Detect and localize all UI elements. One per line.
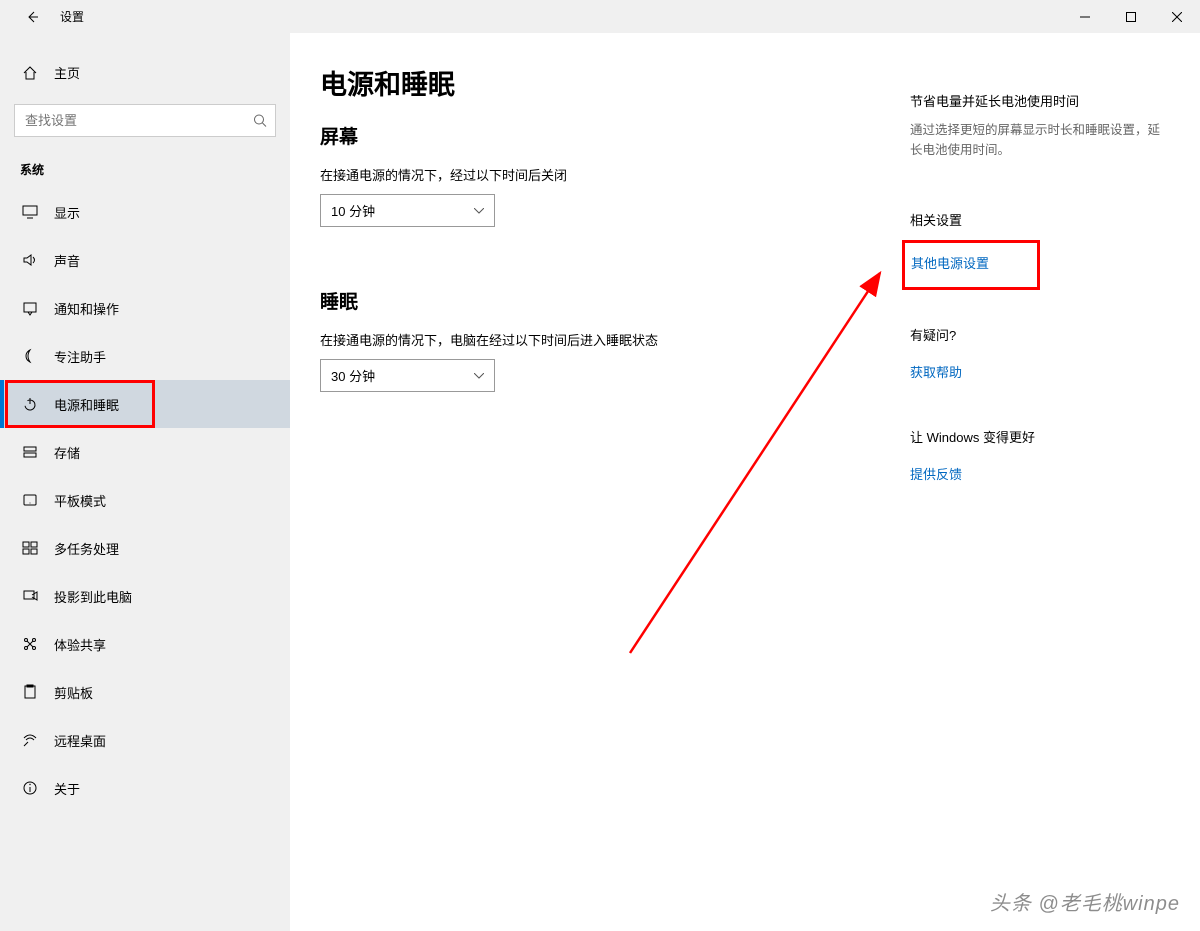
home-label: 主页 <box>54 63 80 82</box>
arrow-left-icon <box>25 10 39 24</box>
maximize-button[interactable] <box>1108 0 1154 33</box>
chevron-down-icon <box>474 373 484 379</box>
sidebar-item-label: 投影到此电脑 <box>54 587 132 606</box>
multitask-icon <box>20 540 40 556</box>
question-title: 有疑问? <box>910 325 1170 344</box>
window-title: 设置 <box>60 8 84 25</box>
close-icon <box>1172 12 1182 22</box>
sidebar-item-label: 存储 <box>54 443 80 462</box>
sidebar-item-share[interactable]: 体验共享 <box>0 620 290 668</box>
storage-icon <box>20 444 40 460</box>
sleep-desc: 在接通电源的情况下，电脑在经过以下时间后进入睡眠状态 <box>320 330 860 349</box>
back-button[interactable] <box>18 3 46 31</box>
title-bar: 设置 <box>0 0 1200 33</box>
screen-timeout-dropdown[interactable]: 10 分钟 <box>320 194 495 227</box>
close-button[interactable] <box>1154 0 1200 33</box>
chevron-down-icon <box>474 208 484 214</box>
search-input[interactable] <box>14 104 276 137</box>
sidebar-item-storage[interactable]: 存储 <box>0 428 290 476</box>
minimize-button[interactable] <box>1062 0 1108 33</box>
power-icon <box>20 396 40 412</box>
page-title: 电源和睡眠 <box>320 63 860 102</box>
notification-icon <box>20 300 40 316</box>
screen-desc: 在接通电源的情况下，经过以下时间后关闭 <box>320 165 860 184</box>
sidebar-item-label: 多任务处理 <box>54 539 119 558</box>
sidebar-item-label: 平板模式 <box>54 491 106 510</box>
clipboard-icon <box>20 684 40 700</box>
focus-icon <box>20 348 40 364</box>
screen-section-title: 屏幕 <box>320 122 860 149</box>
maximize-icon <box>1126 12 1136 22</box>
sidebar-item-multitask[interactable]: 多任务处理 <box>0 524 290 572</box>
sidebar-item-label: 剪贴板 <box>54 683 93 702</box>
sidebar-item-focus[interactable]: 专注助手 <box>0 332 290 380</box>
sidebar-item-tablet[interactable]: 平板模式 <box>0 476 290 524</box>
screen-timeout-value: 10 分钟 <box>331 201 375 220</box>
sidebar-item-about[interactable]: 关于 <box>0 764 290 812</box>
feedback-link[interactable]: 提供反馈 <box>910 464 962 483</box>
windows-better-title: 让 Windows 变得更好 <box>910 427 1170 446</box>
sound-icon <box>20 252 40 268</box>
sidebar-item-label: 远程桌面 <box>54 731 106 750</box>
save-battery-title: 节省电量并延长电池使用时间 <box>910 91 1170 110</box>
watermark: 头条 @老毛桃winpe <box>990 887 1180 916</box>
right-panel: 节省电量并延长电池使用时间 通过选择更短的屏幕显示时长和睡眠设置，延长电池使用时… <box>910 63 1170 931</box>
save-battery-desc: 通过选择更短的屏幕显示时长和睡眠设置，延长电池使用时间。 <box>910 120 1170 160</box>
sleep-timeout-dropdown[interactable]: 30 分钟 <box>320 359 495 392</box>
related-settings-title: 相关设置 <box>910 210 1170 229</box>
sidebar-item-label: 电源和睡眠 <box>54 395 119 414</box>
tablet-icon <box>20 492 40 508</box>
other-power-settings-link[interactable]: 其他电源设置 <box>911 253 989 272</box>
sidebar-item-clipboard[interactable]: 剪贴板 <box>0 668 290 716</box>
project-icon <box>20 588 40 604</box>
minimize-icon <box>1080 12 1090 22</box>
main-content: 电源和睡眠 屏幕 在接通电源的情况下，经过以下时间后关闭 10 分钟 睡眠 在接… <box>290 33 1200 931</box>
home-icon <box>20 65 40 81</box>
sidebar-item-label: 通知和操作 <box>54 299 119 318</box>
sleep-timeout-value: 30 分钟 <box>331 366 375 385</box>
search-icon <box>253 113 268 128</box>
sidebar-item-label: 关于 <box>54 779 80 798</box>
sidebar-item-display[interactable]: 显示 <box>0 188 290 236</box>
sleep-section-title: 睡眠 <box>320 287 860 314</box>
display-icon <box>20 204 40 220</box>
share-icon <box>20 636 40 652</box>
about-icon <box>20 780 40 796</box>
sidebar-item-label: 显示 <box>54 203 80 222</box>
sidebar-item-notification[interactable]: 通知和操作 <box>0 284 290 332</box>
sidebar-item-project[interactable]: 投影到此电脑 <box>0 572 290 620</box>
search-box[interactable] <box>14 104 276 137</box>
sidebar-item-label: 体验共享 <box>54 635 106 654</box>
sidebar: 主页 系统 显示声音通知和操作专注助手电源和睡眠存储平板模式多任务处理投影到此电… <box>0 33 290 931</box>
get-help-link[interactable]: 获取帮助 <box>910 362 962 381</box>
sidebar-item-power[interactable]: 电源和睡眠 <box>0 380 290 428</box>
sidebar-item-label: 声音 <box>54 251 80 270</box>
highlight-annotation: 其他电源设置 <box>902 240 1040 290</box>
sidebar-item-label: 专注助手 <box>54 347 106 366</box>
sidebar-item-sound[interactable]: 声音 <box>0 236 290 284</box>
remote-icon <box>20 732 40 748</box>
sidebar-item-remote[interactable]: 远程桌面 <box>0 716 290 764</box>
section-title: 系统 <box>0 137 290 188</box>
home-link[interactable]: 主页 <box>0 53 290 92</box>
